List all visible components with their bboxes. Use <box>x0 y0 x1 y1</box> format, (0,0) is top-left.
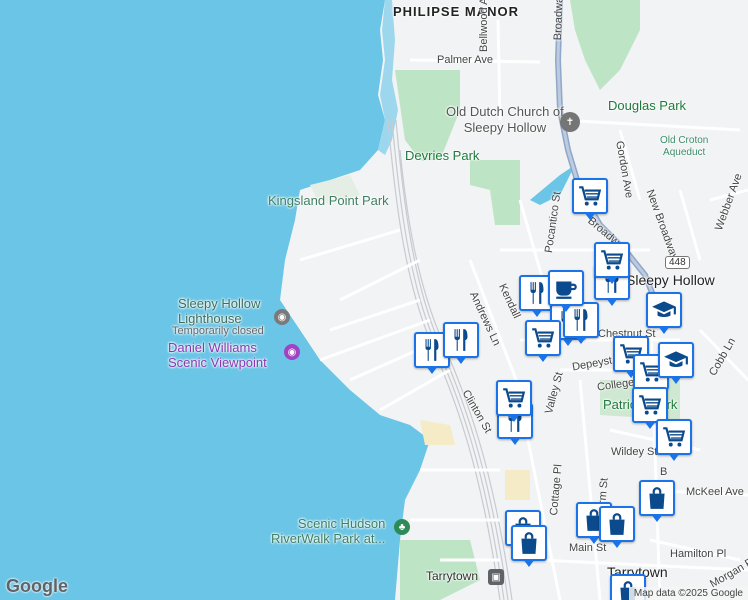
lighthouse-status-label: Temporarily closed <box>172 325 264 337</box>
street-b: B <box>660 466 668 478</box>
shopping-bag-icon <box>516 530 542 556</box>
shopping-cart-icon <box>577 183 603 209</box>
street-wildey-st: Wildey St <box>611 446 658 458</box>
sleepy-hollow-town-label: Sleepy Hollow <box>626 272 715 288</box>
google-logo[interactable]: Google <box>6 576 68 597</box>
fork-knife-icon <box>524 280 550 306</box>
map-marker-cafe[interactable] <box>548 270 584 312</box>
fork-knife-icon <box>419 337 445 363</box>
coffee-cup-icon <box>553 275 579 301</box>
shopping-cart-icon <box>637 392 663 418</box>
map-marker-shopping[interactable] <box>599 506 635 548</box>
shopping-cart-icon <box>530 325 556 351</box>
street-bellwood-ave: Bellwood Ave <box>478 0 490 52</box>
street-mckeel-ave: McKeel Ave <box>686 486 744 498</box>
map-marker-shopping[interactable] <box>639 480 675 522</box>
map-base-layer <box>0 0 748 600</box>
graduation-cap-icon <box>651 297 677 323</box>
map-marker-grocery[interactable] <box>594 242 630 284</box>
riverwalk-park-label[interactable]: Scenic Hudson RiverWalk Park at... <box>271 516 385 546</box>
map-marker-school[interactable] <box>658 342 694 384</box>
map-marker-grocery[interactable] <box>656 419 692 461</box>
street-palmer-ave: Palmer Ave <box>437 54 494 66</box>
church-cross-icon[interactable]: ✝ <box>560 112 580 132</box>
map-marker-grocery[interactable] <box>525 320 561 362</box>
street-broadway-north: Broadway <box>552 0 566 41</box>
map-attribution[interactable]: Map data ©2025 Google <box>628 587 748 600</box>
map-marker-grocery[interactable] <box>632 387 668 429</box>
shopping-bag-icon <box>644 485 670 511</box>
route-448-shield: 448 <box>665 256 690 269</box>
map-marker-grocery[interactable] <box>496 380 532 422</box>
map-marker-restaurant[interactable] <box>443 322 479 364</box>
map-marker-shopping[interactable] <box>511 525 547 567</box>
fork-knife-icon <box>448 327 474 353</box>
shopping-cart-icon <box>599 247 625 273</box>
philipse-manor-label: PHILIPSE MANOR <box>393 4 519 19</box>
old-dutch-church-label[interactable]: Old Dutch Church of Sleepy Hollow <box>446 104 564 136</box>
park-tree-icon[interactable]: ♣ <box>394 519 410 535</box>
map-marker-grocery[interactable] <box>572 178 608 220</box>
devries-park-label[interactable]: Devries Park <box>405 148 479 163</box>
graduation-cap-icon <box>663 347 689 373</box>
train-station-icon[interactable]: ▣ <box>488 569 504 585</box>
old-croton-aqueduct-label[interactable]: Old Croton Aqueduct <box>660 135 708 159</box>
shopping-bag-icon <box>604 511 630 537</box>
shopping-cart-icon <box>661 424 687 450</box>
viewpoint-camera-icon[interactable]: ◉ <box>284 344 300 360</box>
camera-icon[interactable]: ◉ <box>274 309 290 325</box>
map-marker-school[interactable] <box>646 292 682 334</box>
douglas-park-label[interactable]: Douglas Park <box>608 98 686 113</box>
tarrytown-station-label[interactable]: Tarrytown <box>426 569 478 583</box>
shopping-cart-icon <box>501 385 527 411</box>
lighthouse-label[interactable]: Sleepy Hollow Lighthouse <box>178 296 260 326</box>
street-hamilton-pl: Hamilton Pl <box>670 548 727 560</box>
map-canvas[interactable]: PHILIPSE MANOR Douglas Park Devries Park… <box>0 0 748 600</box>
daniel-williams-viewpoint-label[interactable]: Daniel Williams Scenic Viewpoint <box>168 340 267 370</box>
kingsland-point-park-label[interactable]: Kingsland Point Park <box>268 193 389 208</box>
